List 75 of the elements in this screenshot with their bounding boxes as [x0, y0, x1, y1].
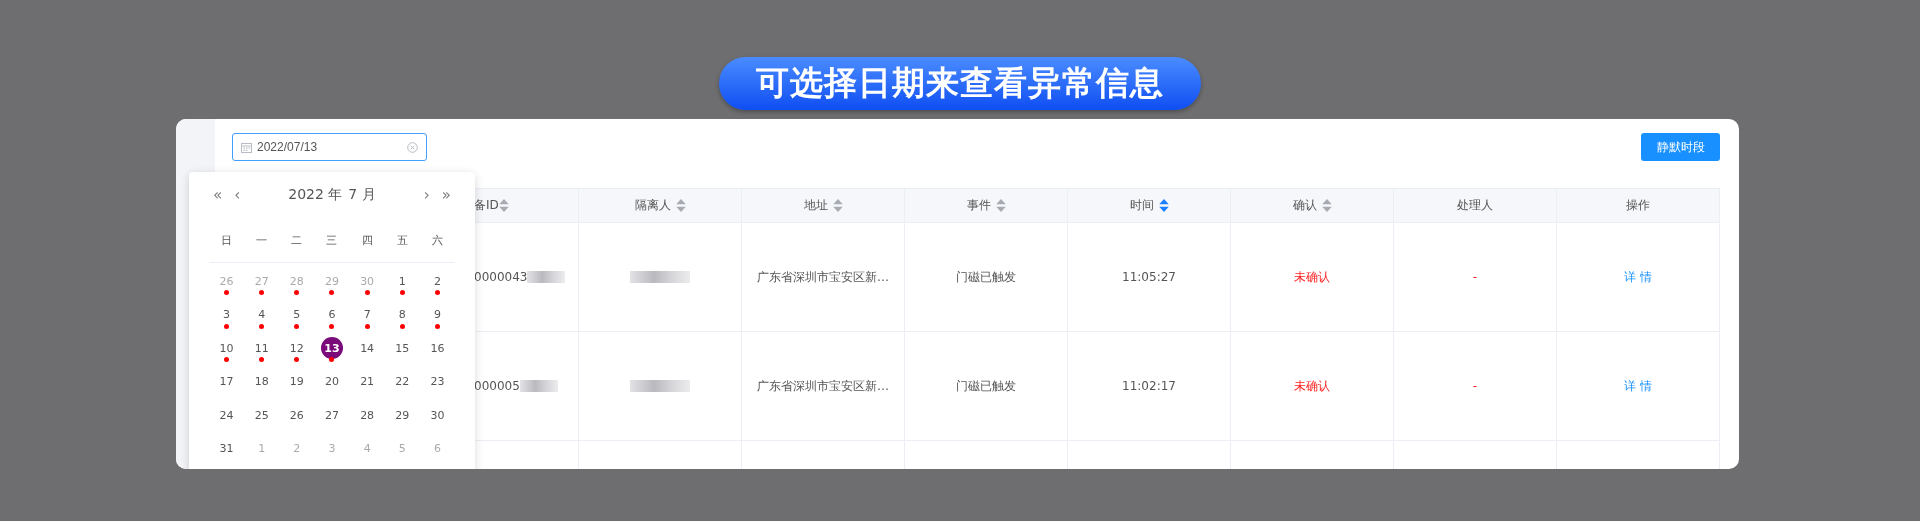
day-cell[interactable]: 30 — [426, 404, 449, 426]
prev-year-button[interactable]: « — [209, 186, 227, 204]
next-month-button[interactable]: › — [419, 186, 434, 204]
day-cell[interactable]: 29 — [391, 404, 414, 426]
column-header[interactable]: 时间 — [1068, 189, 1231, 223]
day-cell[interactable]: 23 — [426, 370, 449, 393]
day-cell[interactable]: 15 — [391, 337, 414, 359]
day-cell[interactable]: 10 — [215, 337, 238, 359]
weekday-label: 五 — [395, 232, 409, 248]
day-cell[interactable]: 14 — [356, 337, 379, 359]
day-cell[interactable]: 16 — [426, 337, 449, 359]
sort-icon[interactable] — [832, 199, 843, 212]
day-cell[interactable]: 31 — [215, 437, 238, 460]
banner-title: 可选择日期来查看异常信息 — [719, 57, 1201, 110]
table-cell: 广东省深圳市宝安区新… — [757, 377, 889, 395]
blurred-block — [630, 380, 690, 392]
sort-icon[interactable] — [675, 199, 686, 212]
weekday-label: 六 — [430, 232, 444, 248]
sort-icon[interactable] — [1321, 199, 1332, 212]
day-cell[interactable]: 22 — [391, 370, 414, 393]
column-header: 操作 — [1557, 189, 1720, 223]
date-field[interactable]: 2022/07/13 — [232, 133, 427, 161]
day-cell[interactable]: 24 — [215, 404, 238, 426]
day-cell[interactable]: 1 — [391, 270, 414, 292]
status-text: 未确认 — [1294, 268, 1330, 286]
day-cell[interactable]: 6 — [321, 303, 343, 326]
day-cell[interactable]: 17 — [215, 370, 238, 393]
day-cell[interactable]: 13 — [321, 337, 343, 359]
day-cell[interactable]: 12 — [285, 337, 308, 359]
column-header[interactable]: 事件 — [905, 189, 1068, 223]
weekday-label: 二 — [290, 232, 304, 248]
weekday-label: 三 — [325, 232, 339, 248]
weekday-label: 日 — [220, 232, 234, 248]
day-cell[interactable]: 18 — [250, 370, 273, 393]
table-cell: 11:05:27 — [1122, 270, 1176, 284]
day-cell[interactable]: 11 — [250, 337, 273, 359]
day-cell[interactable]: 28 — [356, 404, 379, 426]
column-header: 处理人 — [1394, 189, 1557, 223]
day-cell[interactable]: 5 — [285, 303, 308, 326]
sort-icon[interactable] — [498, 199, 509, 212]
year-label[interactable]: 2022 年 — [288, 186, 343, 204]
column-header[interactable]: 确认 — [1231, 189, 1394, 223]
day-cell[interactable]: 27 — [321, 404, 343, 426]
day-cell[interactable]: 26 — [285, 404, 308, 426]
day-cell[interactable]: 25 — [250, 404, 273, 426]
day-cell[interactable]: 9 — [426, 303, 449, 326]
day-cell[interactable]: 3 — [215, 303, 238, 326]
table-cell: 广东省深圳市宝安区新… — [757, 268, 889, 286]
status-text: 未确认 — [1294, 377, 1330, 395]
day-cell[interactable]: 20 — [321, 370, 343, 393]
column-header[interactable]: 地址 — [742, 189, 905, 223]
day-cell[interactable]: 4 — [250, 303, 273, 326]
status-text: - — [1472, 379, 1478, 393]
month-label[interactable]: 7 月 — [348, 186, 376, 204]
day-cell[interactable]: 2 — [426, 270, 449, 292]
day-cell[interactable]: 19 — [285, 370, 308, 393]
blurred-block — [630, 271, 690, 283]
table-cell: 门磁已触发 — [956, 268, 1016, 286]
status-text: - — [1472, 270, 1478, 284]
sort-icon[interactable] — [995, 199, 1006, 212]
column-header[interactable]: 隔离人 — [579, 189, 742, 223]
table-cell: 门磁已触发 — [956, 377, 1016, 395]
table-cell: 11:02:17 — [1122, 379, 1176, 393]
weekday-label: 一 — [255, 232, 269, 248]
device-id: 000005 — [474, 379, 520, 393]
device-id: 0000043 — [474, 270, 528, 284]
day-cell[interactable]: 7 — [356, 303, 379, 326]
calendar-icon — [241, 141, 252, 153]
clear-icon[interactable] — [407, 141, 418, 153]
sort-icon[interactable] — [1158, 199, 1169, 212]
weekday-label: 四 — [360, 232, 374, 248]
day-cell[interactable]: 8 — [391, 303, 414, 326]
day-cell[interactable]: 21 — [356, 370, 379, 393]
next-year-button[interactable]: » — [437, 186, 455, 204]
prev-month-button[interactable]: ‹ — [230, 186, 245, 204]
